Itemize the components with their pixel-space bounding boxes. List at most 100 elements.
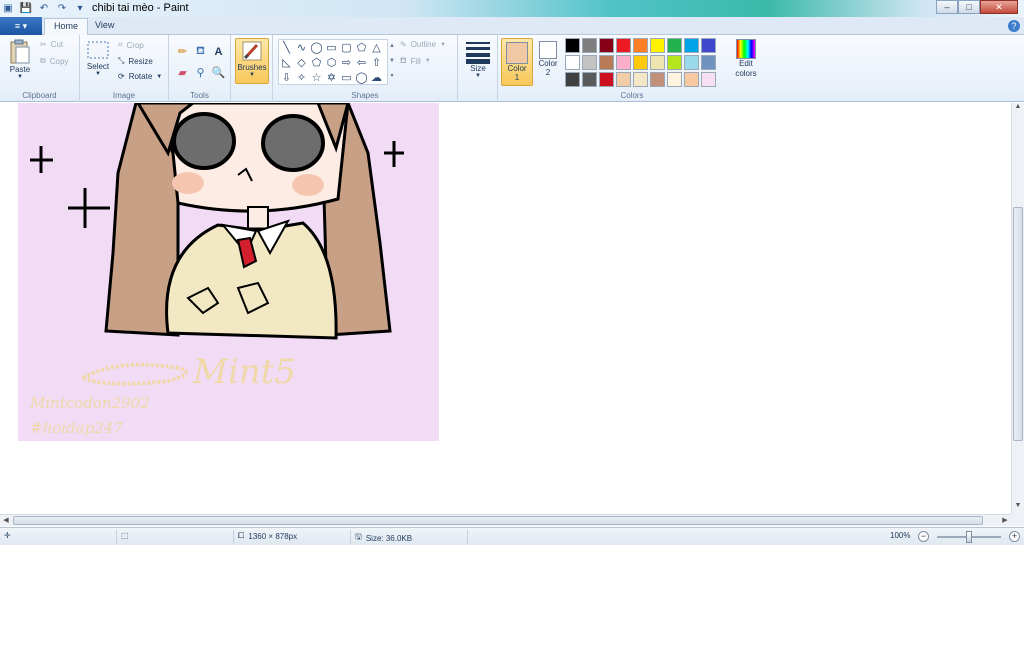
scroll-up-icon[interactable]: ▲ (1012, 103, 1024, 115)
rounded-rectangle-shape-icon[interactable]: ▢ (339, 40, 354, 55)
palette-swatch[interactable] (667, 55, 682, 70)
zoom-slider[interactable] (937, 531, 1001, 543)
zoom-in-icon[interactable]: + (1009, 531, 1020, 542)
scrollbar-corner (1011, 514, 1024, 526)
pentagon-shape-icon[interactable]: ⬠ (309, 55, 324, 70)
palette-swatch[interactable] (599, 38, 614, 53)
cloud-callout-shape-icon[interactable]: ☁ (369, 70, 384, 85)
palette-swatch[interactable] (582, 55, 597, 70)
color1-button[interactable]: Color 1 (501, 38, 533, 86)
save-icon[interactable]: 💾 (20, 3, 32, 15)
hexagon-shape-icon[interactable]: ⬡ (324, 55, 339, 70)
palette-swatch[interactable] (599, 55, 614, 70)
vertical-scrollbar[interactable]: ▲ ▼ (1011, 103, 1024, 514)
rectangle-shape-icon[interactable]: ▭ (324, 40, 339, 55)
paste-button[interactable]: Paste ▼ (6, 39, 34, 80)
palette-swatch[interactable] (565, 55, 580, 70)
file-menu-button[interactable]: ≡ ▾ (0, 17, 42, 35)
chevron-down-icon: ▼ (424, 58, 431, 64)
close-button[interactable]: ✕ (980, 0, 1018, 14)
maximize-button[interactable]: □ (958, 0, 980, 14)
ribbon-tabs: ≡ ▾ Home View ? (0, 17, 1024, 35)
diamond-shape-icon[interactable]: ◇ (294, 55, 309, 70)
undo-icon[interactable]: ↶ (38, 3, 50, 15)
palette-swatch[interactable] (684, 72, 699, 87)
palette-swatch[interactable] (565, 38, 580, 53)
select-button[interactable]: Select ▼ (85, 40, 111, 77)
palette-swatch[interactable] (599, 72, 614, 87)
minimize-button[interactable]: – (936, 0, 958, 14)
palette-swatch[interactable] (633, 38, 648, 53)
image-group: Select ▼ ⌗ Crop ⤡ Resize ⟳ Rotate ▼ Imag… (80, 35, 169, 102)
line-shape-icon[interactable]: ╲ (279, 40, 294, 55)
left-arrow-shape-icon[interactable]: ⇦ (354, 55, 369, 70)
palette-swatch[interactable] (650, 55, 665, 70)
palette-swatch[interactable] (667, 38, 682, 53)
callout-shape-icon[interactable]: ▭ (339, 70, 354, 85)
palette-swatch[interactable] (633, 55, 648, 70)
palette-swatch[interactable] (684, 55, 699, 70)
curve-shape-icon[interactable]: ∿ (294, 40, 309, 55)
scroll-right-icon[interactable]: ▶ (999, 515, 1011, 526)
customize-icon[interactable]: ▾ (74, 3, 86, 15)
vertical-scroll-thumb[interactable] (1013, 207, 1023, 441)
zoom-slider-handle[interactable] (966, 531, 972, 543)
brushes-button[interactable]: Brushes ▼ (235, 38, 269, 84)
four-point-star-shape-icon[interactable]: ✧ (294, 70, 309, 85)
tab-view[interactable]: View (86, 18, 123, 35)
horizontal-scrollbar[interactable]: ◀ ▶ (0, 514, 1011, 526)
resize-button[interactable]: ⤡ Resize (118, 56, 153, 66)
palette-swatch[interactable] (616, 55, 631, 70)
palette-swatch[interactable] (667, 72, 682, 87)
five-point-star-shape-icon[interactable]: ☆ (309, 70, 324, 85)
fill-button[interactable]: ⛾ Fill ▼ (400, 56, 431, 66)
palette-swatch[interactable] (701, 38, 716, 53)
text-tool-icon[interactable]: A (211, 44, 226, 59)
triangle-shape-icon[interactable]: △ (369, 40, 384, 55)
right-arrow-shape-icon[interactable]: ⇨ (339, 55, 354, 70)
zoom-out-icon[interactable]: − (918, 531, 929, 542)
palette-swatch[interactable] (650, 38, 665, 53)
crop-button[interactable]: ⌗ Crop (118, 40, 144, 50)
color2-button[interactable]: Color 2 (534, 41, 562, 87)
eraser-icon[interactable]: ▰ (175, 65, 190, 80)
color-picker-icon[interactable]: ⚲ (193, 65, 208, 80)
tools-group-label: Tools (190, 91, 209, 100)
scroll-left-icon[interactable]: ◀ (0, 515, 12, 526)
polygon-shape-icon[interactable]: ⬠ (354, 40, 369, 55)
fill-bucket-icon[interactable]: ⛾ (193, 44, 208, 59)
oval-callout-shape-icon[interactable]: ◯ (354, 70, 369, 85)
palette-swatch[interactable] (633, 72, 648, 87)
palette-swatch[interactable] (582, 72, 597, 87)
outline-button[interactable]: ✎ Outline ▼ (400, 40, 446, 49)
status-divider (233, 530, 234, 544)
palette-swatch[interactable] (701, 72, 716, 87)
scroll-down-icon[interactable]: ▼ (1012, 502, 1024, 514)
palette-swatch[interactable] (701, 55, 716, 70)
drawing-canvas[interactable]: Mint5 Mintcodon2902 #hoidap247 (18, 103, 439, 441)
up-arrow-shape-icon[interactable]: ⇧ (369, 55, 384, 70)
palette-swatch[interactable] (616, 38, 631, 53)
magnifier-icon[interactable]: 🔍 (211, 65, 226, 80)
six-point-star-shape-icon[interactable]: ✡ (324, 70, 339, 85)
horizontal-scroll-thumb[interactable] (13, 516, 983, 525)
help-icon[interactable]: ? (1008, 20, 1020, 32)
copy-button[interactable]: ⧉ Copy (40, 56, 68, 66)
right-triangle-shape-icon[interactable]: ◺ (279, 55, 294, 70)
pencil-icon[interactable]: ✏ (175, 44, 190, 59)
oval-shape-icon[interactable]: ◯ (309, 40, 324, 55)
size-label: Size (470, 64, 486, 73)
cut-button[interactable]: ✂ Cut (40, 40, 63, 49)
palette-swatch[interactable] (582, 38, 597, 53)
rotate-button[interactable]: ⟳ Rotate ▼ (118, 72, 162, 81)
redo-icon[interactable]: ↷ (56, 3, 68, 15)
shapes-scroll[interactable]: ▲ ▼ ▾ (388, 39, 396, 85)
down-arrow-shape-icon[interactable]: ⇩ (279, 70, 294, 85)
palette-swatch[interactable] (616, 72, 631, 87)
size-button[interactable]: Size ▼ (464, 40, 492, 79)
palette-swatch[interactable] (565, 72, 580, 87)
edit-colors-button[interactable]: Edit colors (730, 39, 762, 85)
palette-swatch[interactable] (650, 72, 665, 87)
tab-home[interactable]: Home (44, 18, 89, 35)
palette-swatch[interactable] (684, 38, 699, 53)
